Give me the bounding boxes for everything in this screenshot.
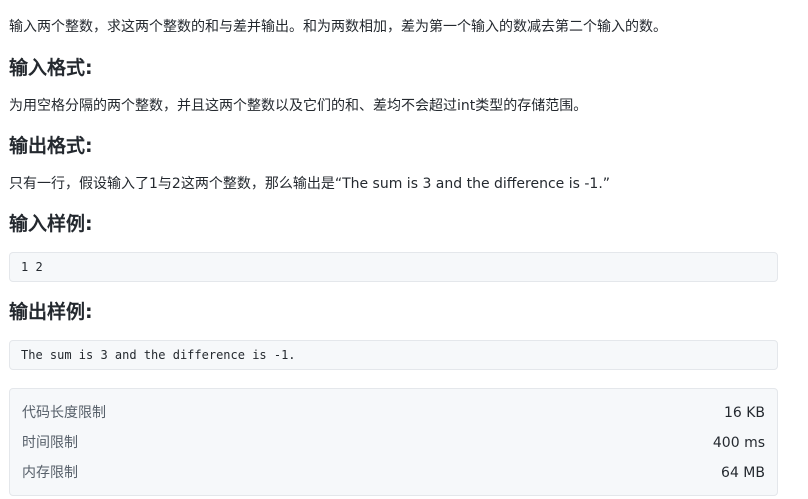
code-length-limit-label: 代码长度限制 [22, 405, 106, 421]
memory-limit-value: 64 MB [721, 465, 765, 481]
code-length-limit-value: 16 KB [723, 405, 765, 421]
memory-limit-label: 内存限制 [22, 465, 78, 481]
output-format-text: 只有一行，假设输入了1与2这两个整数，那么输出是“The sum is 3 an… [9, 176, 611, 192]
memory-limit-row: 内存限制 64 MB [22, 463, 765, 483]
input-sample-heading: 输入样例: [9, 213, 93, 235]
limits-panel: 代码长度限制 16 KB 时间限制 400 ms 内存限制 64 MB [9, 388, 778, 496]
time-limit-value: 400 ms [712, 435, 765, 451]
time-limit-row: 时间限制 400 ms [22, 433, 765, 453]
time-limit-label: 时间限制 [22, 435, 78, 451]
output-sample-heading: 输出样例: [9, 301, 93, 323]
output-sample-code[interactable]: The sum is 3 and the difference is -1. [9, 340, 778, 370]
input-sample-code[interactable]: 1 2 [9, 252, 778, 282]
output-format-heading: 输出格式: [9, 135, 93, 157]
code-length-limit-row: 代码长度限制 16 KB [22, 403, 765, 423]
problem-description: 输入两个整数，求这两个整数的和与差并输出。和为两数相加，差为第一个输入的数减去第… [9, 19, 667, 35]
input-format-heading: 输入格式: [9, 57, 93, 79]
input-format-text: 为用空格分隔的两个整数，并且这两个整数以及它们的和、差均不会超过int类型的存储… [9, 98, 588, 114]
